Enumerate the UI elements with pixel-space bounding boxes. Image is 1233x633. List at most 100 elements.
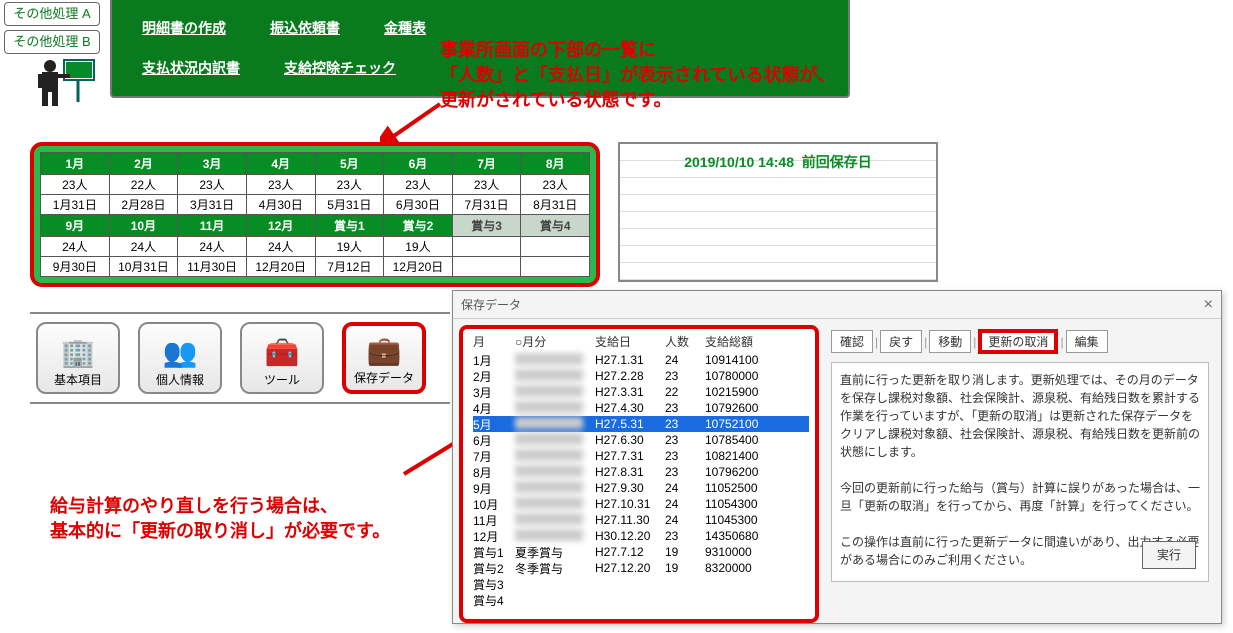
summary-header: 賞与2 — [384, 215, 453, 237]
summary-cell — [452, 237, 521, 257]
data-row[interactable]: 賞与1夏季賞与H27.7.12199310000 — [473, 544, 809, 560]
tool-個人情報[interactable]: 👥個人情報 — [138, 322, 222, 394]
dialog-col-header: 人数 — [665, 333, 705, 350]
summary-cell: 11月30日 — [178, 257, 247, 277]
data-row[interactable]: 2月H27.2.282310780000 — [473, 368, 809, 384]
summary-cell: 3月31日 — [178, 195, 247, 215]
summary-cell: 23人 — [246, 175, 315, 195]
dialog-description: 直前に行った更新を取り消します。更新処理では、その月のデータを保存し課税対象額、… — [831, 362, 1209, 582]
toolbar: 🏢 基本項目 👥個人情報 🧰 ツール 💼 保存データ — [30, 312, 450, 404]
summary-cell: 19人 — [384, 237, 453, 257]
dialog-tab-確認[interactable]: 確認 — [831, 330, 873, 353]
other-proc-b-button[interactable]: その他処理 B — [4, 30, 100, 54]
summary-cell: 5月31日 — [315, 195, 384, 215]
nav-link-paystatus[interactable]: 支払状況内訳書 — [142, 58, 240, 78]
dialog-data-list: 月○月分支給日人数支給総額 1月H27.1.3124109141002月H27.… — [459, 325, 819, 623]
data-row[interactable]: 賞与2冬季賞与H27.12.20198320000 — [473, 560, 809, 576]
dialog-tab-戻す[interactable]: 戻す — [880, 330, 922, 353]
dialog-col-header: 支給総額 — [705, 333, 785, 350]
summary-cell: 7月31日 — [452, 195, 521, 215]
status-box: 2019/10/10 14:48 前回保存日 — [618, 142, 938, 282]
annotation-top: 事業所画面の下部の一覧に「人数」と「支払日」が表示されている状態が、更新がされて… — [440, 38, 835, 114]
dialog-tab-移動[interactable]: 移動 — [929, 330, 971, 353]
tool-icon: 💼 — [367, 334, 402, 367]
data-row[interactable]: 賞与3 — [473, 576, 809, 592]
data-row[interactable]: 6月H27.6.302310785400 — [473, 432, 809, 448]
summary-cell: 23人 — [384, 175, 453, 195]
tool-label: ツール — [264, 371, 300, 388]
dialog-tab-編集[interactable]: 編集 — [1066, 330, 1108, 353]
tool-基本項目[interactable]: 🏢 基本項目 — [36, 322, 120, 394]
summary-cell: 9月30日 — [41, 257, 110, 277]
data-row[interactable]: 8月H27.8.312310796200 — [473, 464, 809, 480]
summary-cell: 23人 — [315, 175, 384, 195]
summary-header: 2月 — [109, 153, 178, 175]
tool-保存データ[interactable]: 💼 保存データ — [342, 322, 426, 394]
summary-cell: 10月31日 — [109, 257, 178, 277]
monthly-summary: 1月2月3月4月5月6月7月8月23人22人23人23人23人23人23人23人… — [30, 142, 600, 287]
summary-cell: 7月12日 — [315, 257, 384, 277]
dialog-title: 保存データ — [461, 291, 521, 318]
summary-cell: 4月30日 — [246, 195, 315, 215]
summary-cell — [521, 257, 590, 277]
data-row[interactable]: 賞与4 — [473, 592, 809, 608]
summary-cell: 22人 — [109, 175, 178, 195]
tool-ツール[interactable]: 🧰 ツール — [240, 322, 324, 394]
summary-header: 9月 — [41, 215, 110, 237]
save-data-dialog: 保存データ × 月○月分支給日人数支給総額 1月H27.1.3124109141… — [452, 290, 1222, 624]
data-row[interactable]: 11月H27.11.302411045300 — [473, 512, 809, 528]
tool-label: 基本項目 — [54, 371, 102, 388]
summary-cell — [521, 237, 590, 257]
summary-header: 賞与4 — [521, 215, 590, 237]
tool-label: 個人情報 — [156, 371, 204, 388]
annotation-bottom: 給与計算のやり直しを行う場合は、基本的に「更新の取り消し」が必要です。 — [50, 494, 390, 544]
nav-link-transfer[interactable]: 振込依頼書 — [270, 18, 340, 38]
summary-header: 10月 — [109, 215, 178, 237]
summary-header: 3月 — [178, 153, 247, 175]
execute-button[interactable]: 実行 — [1142, 541, 1196, 569]
nav-link-detail[interactable]: 明細書の作成 — [142, 18, 226, 38]
summary-header: 8月 — [521, 153, 590, 175]
dialog-tab-row: 確認|戻す|移動|更新の取消|編集 — [831, 329, 1209, 354]
summary-header: 4月 — [246, 153, 315, 175]
summary-header: 5月 — [315, 153, 384, 175]
data-row[interactable]: 3月H27.3.312210215900 — [473, 384, 809, 400]
summary-cell: 24人 — [41, 237, 110, 257]
tool-icon: 🧰 — [265, 336, 300, 369]
data-row[interactable]: 7月H27.7.312310821400 — [473, 448, 809, 464]
summary-cell: 1月31日 — [41, 195, 110, 215]
nav-link-cash[interactable]: 金種表 — [384, 18, 426, 38]
data-row[interactable]: 4月H27.4.302310792600 — [473, 400, 809, 416]
dialog-col-header: 月 — [473, 333, 515, 350]
tool-label: 保存データ — [354, 369, 414, 386]
close-icon[interactable]: × — [1204, 291, 1213, 318]
summary-cell: 24人 — [178, 237, 247, 257]
summary-header: 11月 — [178, 215, 247, 237]
data-row[interactable]: 5月H27.5.312310752100 — [473, 416, 809, 432]
dialog-tab-更新の取消[interactable]: 更新の取消 — [978, 329, 1058, 354]
summary-header: 賞与3 — [452, 215, 521, 237]
summary-header: 賞与1 — [315, 215, 384, 237]
other-proc-a-button[interactable]: その他処理 A — [4, 2, 100, 26]
summary-header: 1月 — [41, 153, 110, 175]
summary-cell: 23人 — [452, 175, 521, 195]
data-row[interactable]: 9月H27.9.302411052500 — [473, 480, 809, 496]
summary-header: 7月 — [452, 153, 521, 175]
nav-link-deduction[interactable]: 支給控除チェック — [284, 58, 396, 78]
summary-cell: 2月28日 — [109, 195, 178, 215]
summary-cell: 23人 — [41, 175, 110, 195]
status-label: 前回保存日 — [802, 154, 872, 170]
mascot-icon — [28, 56, 96, 108]
summary-table: 1月2月3月4月5月6月7月8月23人22人23人23人23人23人23人23人… — [40, 152, 590, 277]
dialog-col-header: ○月分 — [515, 333, 595, 350]
data-row[interactable]: 12月H30.12.202314350680 — [473, 528, 809, 544]
status-datetime: 2019/10/10 14:48 — [684, 154, 794, 170]
summary-cell: 12月20日 — [384, 257, 453, 277]
tool-icon: 🏢 — [61, 336, 96, 369]
summary-cell: 23人 — [521, 175, 590, 195]
summary-cell — [452, 257, 521, 277]
data-row[interactable]: 10月H27.10.312411054300 — [473, 496, 809, 512]
summary-cell: 19人 — [315, 237, 384, 257]
summary-cell: 24人 — [246, 237, 315, 257]
data-row[interactable]: 1月H27.1.312410914100 — [473, 352, 809, 368]
